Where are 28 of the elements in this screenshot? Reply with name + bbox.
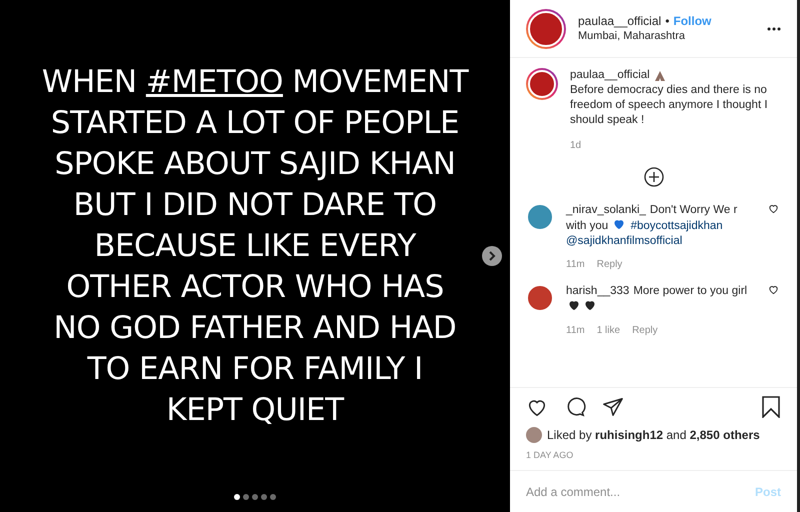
comment-link[interactable]: #boycottsajidkhan (630, 220, 723, 232)
plus-circle-icon[interactable] (644, 167, 664, 187)
comment-text: harish__333 More power to you girl (566, 284, 754, 315)
username[interactable]: paulaa__official (578, 14, 662, 28)
comment-time: 11m (566, 324, 585, 338)
send-icon[interactable] (602, 396, 624, 418)
comment-field[interactable]: Add a comment... (526, 482, 755, 500)
comment-text: _nirav_solanki_ Don't Worry We r with you #boycottsajidkhan @sajidkhanfilmsofficial (566, 203, 738, 249)
post-time: 1d (570, 139, 582, 153)
like-icon (768, 203, 779, 214)
avatar[interactable] (526, 68, 558, 100)
separator-dot: • (665, 14, 670, 28)
bookmark-icon[interactable] (761, 396, 781, 418)
username[interactable]: paulaa__official (570, 68, 650, 83)
slide-text: WHEN #METOO MOVEMENT STARTED A LOT OF PEOPLE SPOKE ABOUT SAJID KHAN BUT I DID NOT DARE TO BECAUSE LIKE EVERY OTHER ACTOR WHO HAS NO GOD FATHER AND HAD TO EARN FOR FAMILY I KEPT QUIET (42, 62, 468, 430)
avatar[interactable] (526, 8, 566, 48)
next-button[interactable] (482, 246, 502, 266)
like-icon (768, 284, 779, 295)
more-icon[interactable] (767, 26, 781, 30)
chevron-right-icon (488, 251, 496, 261)
likes-text[interactable]: Liked by ruhisingh12 and 2,850 others (547, 426, 760, 444)
comment-link[interactable]: @sajidkhanfilmsofficial (566, 235, 682, 247)
hashtag-link[interactable]: #METOO (146, 64, 283, 100)
comment-time: 11m (566, 258, 585, 272)
location[interactable]: Mumbai, Maharashtra (578, 28, 755, 44)
avatar[interactable] (526, 426, 542, 442)
post-date: 1 DAY AGO (526, 448, 574, 462)
caption-text: Before democracy dies and there is no freedom of speech anymore I thought I should speak ! (570, 83, 769, 128)
